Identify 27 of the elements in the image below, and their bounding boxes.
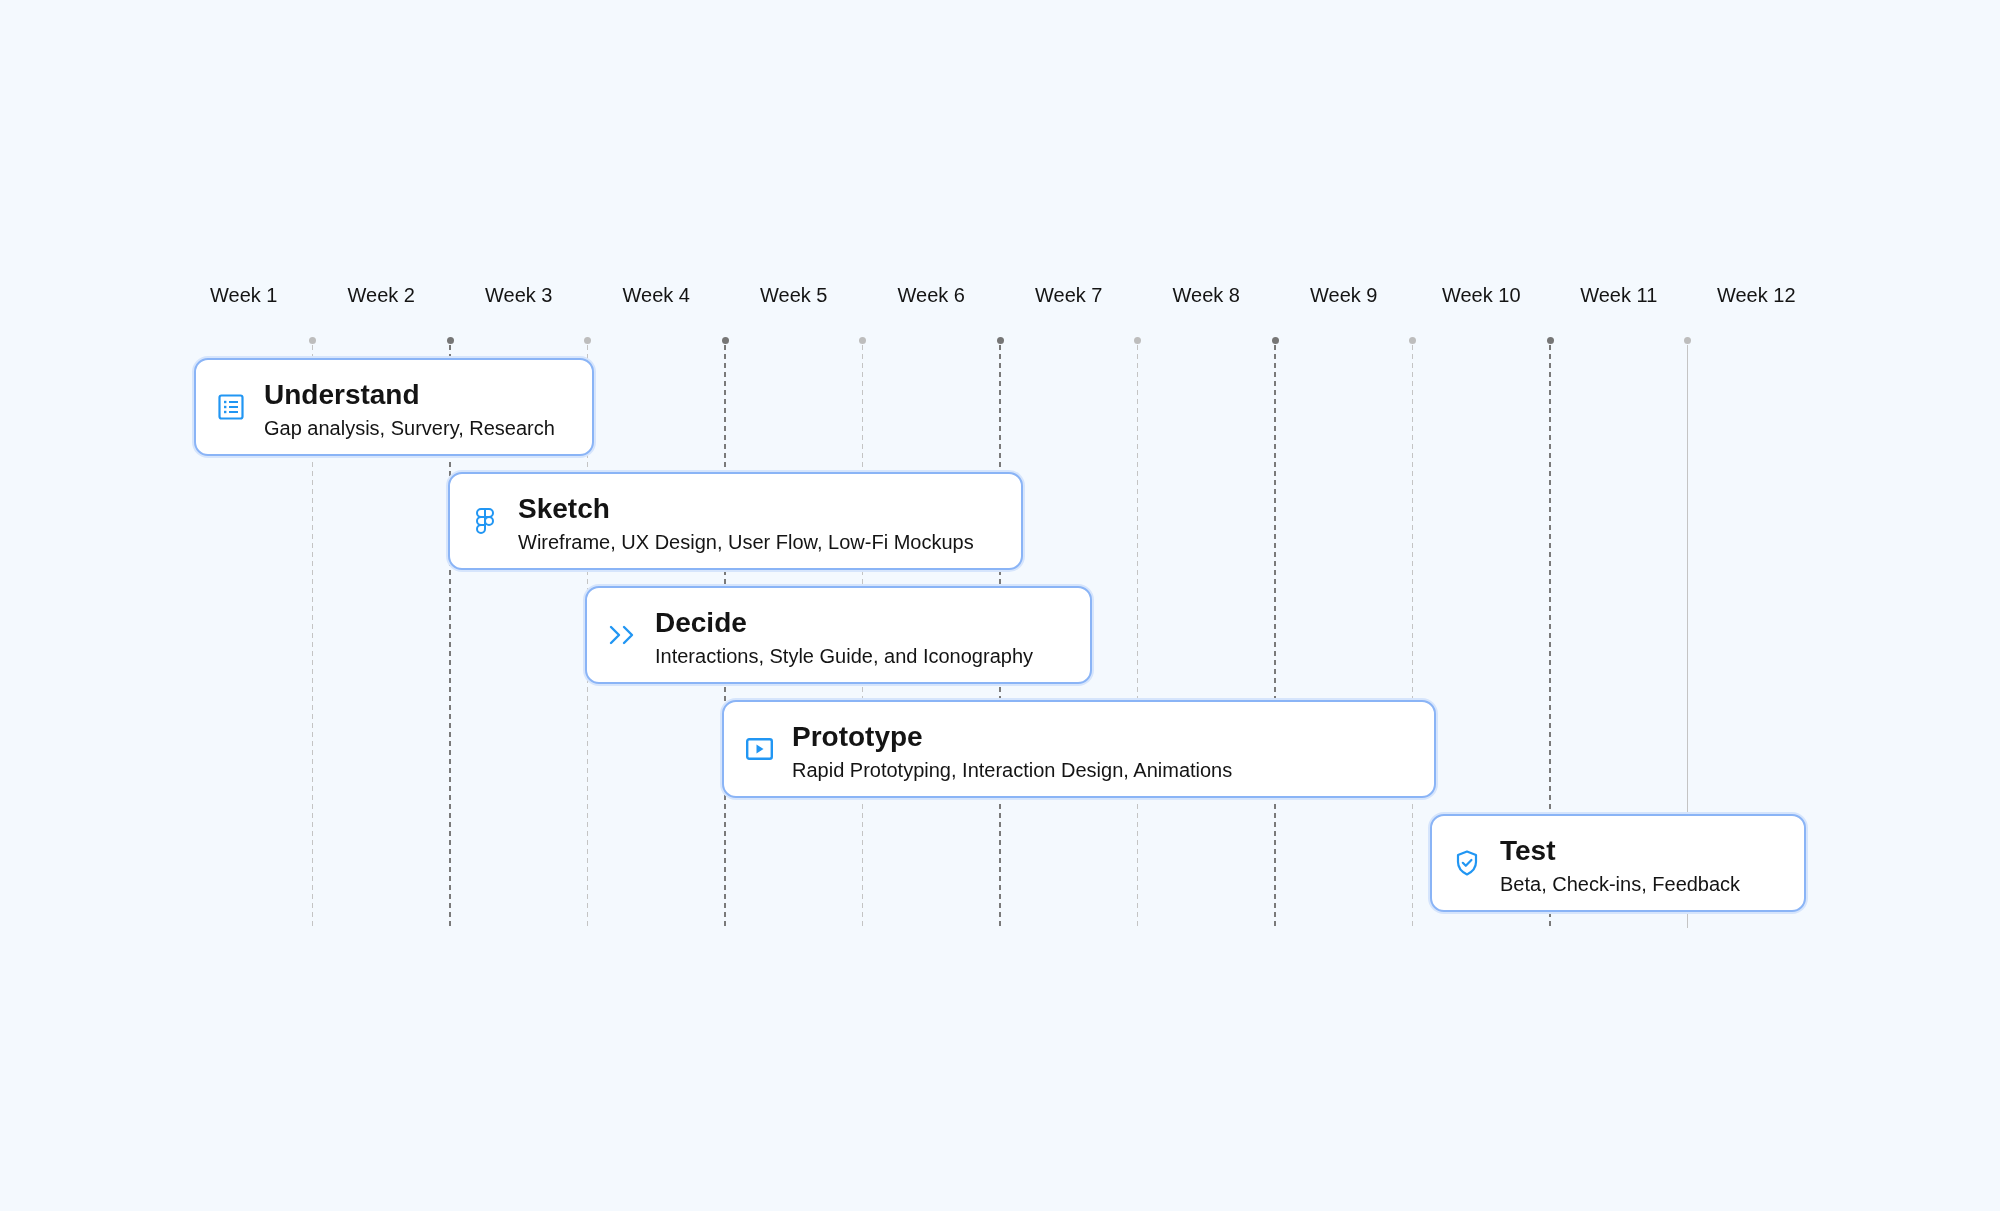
phase-title: Test (1500, 834, 1556, 867)
phase-title: Sketch (518, 492, 610, 525)
phase-details: Beta, Check-ins, Feedback (1500, 871, 1741, 897)
week-label: Week 7 (1035, 283, 1103, 307)
week-label: Week 3 (485, 283, 553, 307)
phase-title: Prototype (792, 720, 923, 753)
phase-details: Interactions, Style Guide, and Iconography (655, 643, 1033, 669)
week-label: Week 1 (210, 283, 278, 307)
shapes-icon (476, 508, 494, 534)
week-label: Week 4 (622, 283, 690, 307)
phase-details: Gap analysis, Survery, Research (264, 415, 555, 441)
double-chevron-icon (608, 625, 636, 645)
shield-check-icon (1456, 850, 1478, 876)
week-label: Week 12 (1716, 283, 1796, 307)
week-label: Week 9 (1310, 283, 1378, 307)
week-label: Week 2 (347, 283, 415, 307)
play-icon (745, 738, 773, 760)
week-label: Week 5 (760, 283, 828, 307)
phase-details: Wireframe, UX Design, User Flow, Low-Fi Mockups (518, 529, 974, 555)
week-label: Week 11 (1580, 283, 1658, 307)
phase-title: Understand (264, 378, 420, 411)
week-label: Week 10 (1441, 283, 1521, 307)
week-label: Week 8 (1172, 283, 1240, 307)
phase-title: Decide (655, 606, 747, 639)
list-icon (218, 394, 244, 420)
week-label: Week 6 (897, 283, 965, 307)
phase-details: Rapid Prototyping, Interaction Design, Animations (792, 757, 1233, 783)
